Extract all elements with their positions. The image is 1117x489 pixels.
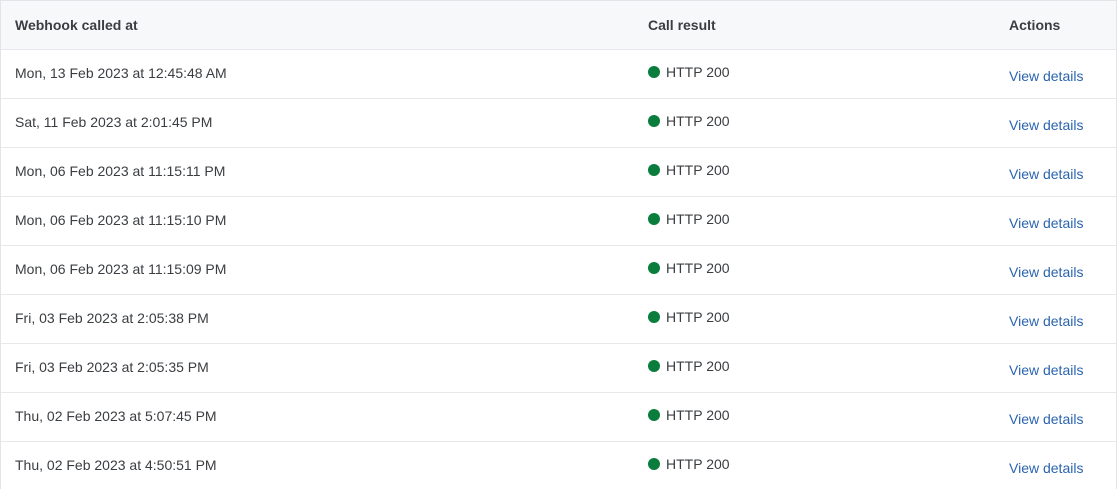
column-header-actions: Actions <box>1009 17 1061 33</box>
status-success-icon <box>648 360 660 372</box>
call-result-cell: HTTP 200 <box>648 344 730 392</box>
called-at-text: Mon, 06 Feb 2023 at 11:15:10 PM <box>15 212 227 228</box>
actions-cell: View details <box>1009 50 1083 98</box>
status-text: HTTP 200 <box>666 358 730 374</box>
view-details-link[interactable]: View details <box>1009 117 1083 133</box>
called-at-cell: Fri, 03 Feb 2023 at 2:05:38 PM <box>15 295 209 343</box>
table-row: Mon, 13 Feb 2023 at 12:45:48 AM HTTP 200… <box>1 50 1116 99</box>
called-at-text: Fri, 03 Feb 2023 at 2:05:38 PM <box>15 310 209 326</box>
actions-cell: View details <box>1009 442 1083 489</box>
called-at-text: Mon, 06 Feb 2023 at 11:15:09 PM <box>15 261 227 277</box>
view-details-link[interactable]: View details <box>1009 362 1083 378</box>
called-at-text: Sat, 11 Feb 2023 at 2:01:45 PM <box>15 114 213 130</box>
call-result-cell: HTTP 200 <box>648 246 730 294</box>
status-text: HTTP 200 <box>666 407 730 423</box>
status-success-icon <box>648 311 660 323</box>
status-text: HTTP 200 <box>666 211 730 227</box>
called-at-text: Fri, 03 Feb 2023 at 2:05:35 PM <box>15 359 209 375</box>
status-success-icon <box>648 409 660 421</box>
table-row: Mon, 06 Feb 2023 at 11:15:11 PM HTTP 200… <box>1 148 1116 197</box>
called-at-cell: Mon, 06 Feb 2023 at 11:15:11 PM <box>15 148 225 196</box>
actions-cell: View details <box>1009 99 1083 147</box>
call-result-cell: HTTP 200 <box>648 442 730 489</box>
table-row: Fri, 03 Feb 2023 at 2:05:35 PM HTTP 200 … <box>1 344 1116 393</box>
status-text: HTTP 200 <box>666 260 730 276</box>
status-text: HTTP 200 <box>666 162 730 178</box>
status-success-icon <box>648 115 660 127</box>
actions-cell: View details <box>1009 393 1083 441</box>
actions-cell: View details <box>1009 344 1083 392</box>
called-at-text: Thu, 02 Feb 2023 at 5:07:45 PM <box>15 408 217 424</box>
table-row: Sat, 11 Feb 2023 at 2:01:45 PM HTTP 200 … <box>1 99 1116 148</box>
table-row: Fri, 03 Feb 2023 at 2:05:38 PM HTTP 200 … <box>1 295 1116 344</box>
table-row: Thu, 02 Feb 2023 at 4:50:51 PM HTTP 200 … <box>1 442 1116 489</box>
table-row: Mon, 06 Feb 2023 at 11:15:10 PM HTTP 200… <box>1 197 1116 246</box>
column-header-called-at: Webhook called at <box>15 17 138 33</box>
called-at-cell: Sat, 11 Feb 2023 at 2:01:45 PM <box>15 99 212 147</box>
column-header-call-result: Call result <box>648 17 716 33</box>
called-at-text: Thu, 02 Feb 2023 at 4:50:51 PM <box>15 457 217 473</box>
status-text: HTTP 200 <box>666 64 730 80</box>
view-details-link[interactable]: View details <box>1009 215 1083 231</box>
webhook-calls-table: Webhook called at Call result Actions Mo… <box>0 0 1117 489</box>
call-result-cell: HTTP 200 <box>648 50 730 98</box>
call-result-cell: HTTP 200 <box>648 197 730 245</box>
actions-cell: View details <box>1009 197 1083 245</box>
table-row: Mon, 06 Feb 2023 at 11:15:09 PM HTTP 200… <box>1 246 1116 295</box>
view-details-link[interactable]: View details <box>1009 411 1083 427</box>
view-details-link[interactable]: View details <box>1009 166 1083 182</box>
called-at-cell: Mon, 13 Feb 2023 at 12:45:48 AM <box>15 50 227 98</box>
actions-cell: View details <box>1009 295 1083 343</box>
table-row: Thu, 02 Feb 2023 at 5:07:45 PM HTTP 200 … <box>1 393 1116 442</box>
view-details-link[interactable]: View details <box>1009 313 1083 329</box>
status-success-icon <box>648 458 660 470</box>
call-result-cell: HTTP 200 <box>648 99 730 147</box>
status-text: HTTP 200 <box>666 113 730 129</box>
called-at-text: Mon, 13 Feb 2023 at 12:45:48 AM <box>15 65 227 81</box>
view-details-link[interactable]: View details <box>1009 68 1083 84</box>
view-details-link[interactable]: View details <box>1009 460 1083 476</box>
called-at-cell: Thu, 02 Feb 2023 at 5:07:45 PM <box>15 393 217 441</box>
called-at-cell: Thu, 02 Feb 2023 at 4:50:51 PM <box>15 442 217 489</box>
status-success-icon <box>648 164 660 176</box>
called-at-cell: Mon, 06 Feb 2023 at 11:15:09 PM <box>15 246 226 294</box>
called-at-cell: Mon, 06 Feb 2023 at 11:15:10 PM <box>15 197 226 245</box>
status-success-icon <box>648 66 660 78</box>
table-header-row: Webhook called at Call result Actions <box>1 1 1116 50</box>
status-success-icon <box>648 213 660 225</box>
called-at-cell: Fri, 03 Feb 2023 at 2:05:35 PM <box>15 344 209 392</box>
view-details-link[interactable]: View details <box>1009 264 1083 280</box>
called-at-text: Mon, 06 Feb 2023 at 11:15:11 PM <box>15 163 226 179</box>
status-success-icon <box>648 262 660 274</box>
actions-cell: View details <box>1009 246 1083 294</box>
call-result-cell: HTTP 200 <box>648 295 730 343</box>
actions-cell: View details <box>1009 148 1083 196</box>
call-result-cell: HTTP 200 <box>648 393 730 441</box>
status-text: HTTP 200 <box>666 309 730 325</box>
call-result-cell: HTTP 200 <box>648 148 730 196</box>
status-text: HTTP 200 <box>666 456 730 472</box>
